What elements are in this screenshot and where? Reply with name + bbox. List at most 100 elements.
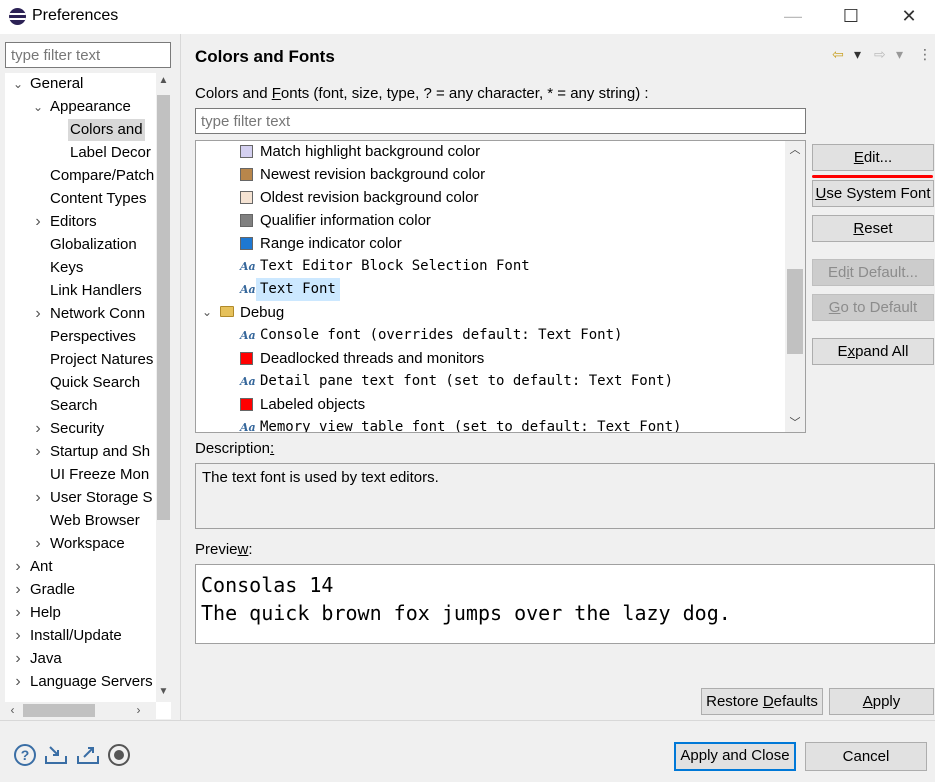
item-label: Text Font (256, 278, 340, 301)
colors-filter-input[interactable]: type filter text (195, 108, 806, 134)
scroll-down-arrow[interactable]: ▼ (156, 684, 171, 699)
chevron-right-icon[interactable]: › (33, 533, 43, 555)
tree-horizontal-scrollbar[interactable]: ‹ › (5, 702, 156, 719)
chevron-right-icon[interactable]: › (33, 441, 43, 463)
tree-item-label: Project Natures (50, 351, 154, 368)
item-label: Newest revision background color (260, 166, 486, 183)
chevron-right-icon[interactable]: › (13, 556, 23, 578)
chevron-down-icon[interactable]: ⌄ (202, 301, 212, 324)
button-label: pand All (855, 343, 909, 360)
item-label: Qualifier information color (260, 212, 431, 229)
chevron-right-icon[interactable]: › (33, 211, 43, 233)
font-icon: Aa (240, 260, 256, 273)
apply-and-close-button[interactable]: Apply and Close (674, 742, 796, 771)
go-to-default-button[interactable]: Go to Default (812, 294, 934, 321)
button-label: o to Default (840, 299, 918, 316)
chevron-down-icon[interactable]: ⌄ (33, 96, 43, 118)
scroll-thumb[interactable] (23, 704, 95, 717)
help-icon[interactable]: ? (14, 744, 36, 766)
color-swatch-icon (240, 145, 253, 158)
button-mnemonic: R (853, 220, 865, 237)
item-label: Memory view table font (set to default: … (260, 419, 682, 433)
edit-button[interactable]: Edit... (812, 144, 934, 171)
filter-caption: Colors and Fonts (font, size, type, ? = … (195, 85, 649, 102)
color-swatch-icon (240, 214, 253, 227)
reset-button[interactable]: Reset (812, 215, 934, 242)
color-swatch-icon (240, 168, 253, 181)
edit-default-button[interactable]: Edit Default... (812, 259, 934, 286)
tree-vertical-scrollbar[interactable]: ▲ ▼ (156, 73, 171, 702)
forward-dropdown-icon[interactable]: ▾ (896, 44, 903, 64)
scroll-down-arrow[interactable]: ﹀ (785, 414, 805, 432)
back-dropdown-icon[interactable]: ▾ (854, 44, 861, 64)
eclipse-app-icon (9, 8, 26, 25)
chevron-right-icon[interactable]: › (13, 671, 23, 693)
label-text: Previe (195, 541, 238, 558)
restore-defaults-button[interactable]: Restore Defaults (701, 688, 823, 715)
preview-label: Preview: (195, 541, 253, 558)
cancel-button[interactable]: Cancel (805, 742, 927, 771)
tree-item-label: General (30, 75, 84, 92)
font-icon: Aa (240, 375, 256, 388)
export-preferences-icon[interactable] (76, 744, 99, 766)
maximize-button[interactable]: ☐ (822, 0, 880, 32)
color-swatch-icon (240, 398, 253, 411)
button-label: efaults (773, 693, 818, 710)
import-preferences-icon[interactable] (44, 744, 67, 766)
label-mnemonic: : (270, 440, 275, 457)
tree-item-label: Globalization (50, 236, 137, 253)
item-label: Range indicator color (260, 235, 402, 252)
scroll-up-arrow[interactable]: ▲ (156, 73, 171, 88)
tree-item-label: Workspace (50, 535, 125, 552)
tree-item-label: Web Browser (50, 512, 140, 529)
chevron-right-icon[interactable]: › (33, 487, 43, 509)
scroll-right-arrow[interactable]: › (131, 702, 146, 719)
preview-sample-text: The quick brown fox jumps over the lazy … (201, 601, 731, 625)
pane-divider[interactable] (180, 34, 181, 720)
description-text: The text font is used by text editors. (195, 463, 935, 529)
tree-item-label: UI Freeze Mon (50, 466, 150, 483)
preferences-tree[interactable]: › Language Servers › Java › Install/Update › He… (5, 73, 171, 719)
label-mnemonic: w (237, 541, 249, 558)
tree-item-label: Colors and (68, 119, 145, 141)
tree-item-label: Compare/Patch (50, 167, 155, 184)
button-mnemonic: A (862, 693, 873, 710)
item-label: Labeled objects (260, 396, 366, 413)
chevron-right-icon[interactable]: › (13, 648, 23, 670)
tree-item-label: Perspectives (50, 328, 136, 345)
tree-item-label: Language Servers (30, 673, 153, 690)
forward-arrow-icon[interactable]: ⇨ (874, 44, 886, 64)
button-label: pply (872, 693, 901, 710)
chevron-right-icon[interactable]: › (13, 579, 23, 601)
back-arrow-icon[interactable]: ⇦ (832, 44, 844, 64)
close-button[interactable]: ✕ (880, 0, 935, 32)
scroll-thumb[interactable] (787, 269, 803, 354)
folder-icon (220, 306, 234, 317)
color-swatch-icon (240, 237, 253, 250)
list-vertical-scrollbar[interactable]: ︿ ﹀ (785, 141, 805, 432)
colors-and-fonts-list[interactable]: Aa Memory view table font (set to default… (195, 140, 806, 433)
scroll-left-arrow[interactable]: ‹ (5, 702, 20, 719)
chevron-right-icon[interactable]: › (33, 418, 43, 440)
chevron-down-icon[interactable]: ⌄ (13, 73, 23, 95)
view-menu-icon[interactable]: ⋮ (918, 44, 932, 64)
tree-filter-input[interactable]: type filter text (5, 42, 171, 68)
red-annotation-underline (812, 175, 933, 178)
chevron-right-icon[interactable]: › (13, 602, 23, 624)
expand-all-button[interactable]: Expand All (812, 338, 934, 365)
scroll-up-arrow[interactable]: ︿ (785, 141, 805, 159)
preview-font-name: Consolas 14 (201, 573, 334, 597)
export-icon-graphic (77, 747, 99, 764)
chevron-right-icon[interactable]: › (33, 303, 43, 325)
record-icon[interactable] (108, 744, 130, 766)
chevron-right-icon[interactable]: › (13, 625, 23, 647)
title-bar: Preferences — ☐ ✕ (0, 0, 935, 34)
scroll-thumb[interactable] (157, 95, 170, 520)
caption-text: Colors and (195, 85, 272, 102)
item-label: Match highlight background color (260, 143, 481, 160)
use-system-font-button[interactable]: Use System Font (812, 180, 934, 207)
apply-button[interactable]: Apply (829, 688, 934, 715)
minimize-button[interactable]: — (764, 0, 822, 32)
tree-item-label: Quick Search (50, 374, 141, 391)
tree-item-label: Install/Update (30, 627, 122, 644)
